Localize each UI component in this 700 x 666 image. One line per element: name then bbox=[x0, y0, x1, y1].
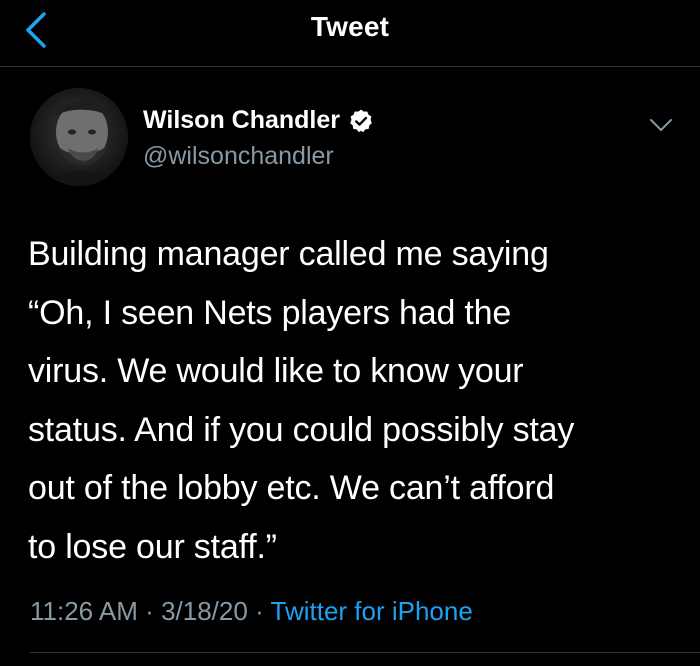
tweet-menu-button[interactable] bbox=[646, 110, 676, 140]
tweet-date: 3/18/20 bbox=[161, 596, 248, 626]
author-name-row[interactable]: Wilson Chandler bbox=[143, 106, 374, 135]
tweet-source-link[interactable]: Twitter for iPhone bbox=[271, 596, 473, 626]
verified-badge-icon bbox=[350, 109, 372, 132]
avatar[interactable] bbox=[30, 88, 128, 186]
separator-dot: · bbox=[255, 596, 264, 626]
page-title: Tweet bbox=[310, 11, 390, 42]
tweet-text-line: Building manager called me saying bbox=[28, 235, 549, 273]
display-name[interactable]: Wilson Chandler bbox=[143, 106, 340, 135]
user-handle[interactable]: @wilsonchandler bbox=[143, 142, 334, 171]
tweet-text-line: out of the lobby etc. We can’t afford bbox=[28, 469, 555, 507]
tweet-text-line: “Oh, I seen Nets players had the bbox=[28, 293, 512, 332]
tweet-text-line: virus. We would like to know your bbox=[28, 352, 524, 390]
tweet-text-line: status. And if you could possibly stay bbox=[28, 410, 575, 449]
chevron-down-icon bbox=[650, 119, 672, 131]
tweet-text: Building manager called me saying “Oh, I… bbox=[28, 225, 678, 576]
tweet-text-line: to lose our staff.” bbox=[28, 527, 277, 566]
divider bbox=[30, 652, 700, 653]
tweet-metadata: 11:26 AM · 3/18/20 · Twitter for iPhone bbox=[30, 596, 473, 627]
tweet-time: 11:26 AM bbox=[30, 596, 138, 626]
separator-dot: · bbox=[145, 596, 154, 626]
top-bar: Tweet bbox=[0, 0, 700, 67]
profile-photo bbox=[30, 88, 128, 186]
